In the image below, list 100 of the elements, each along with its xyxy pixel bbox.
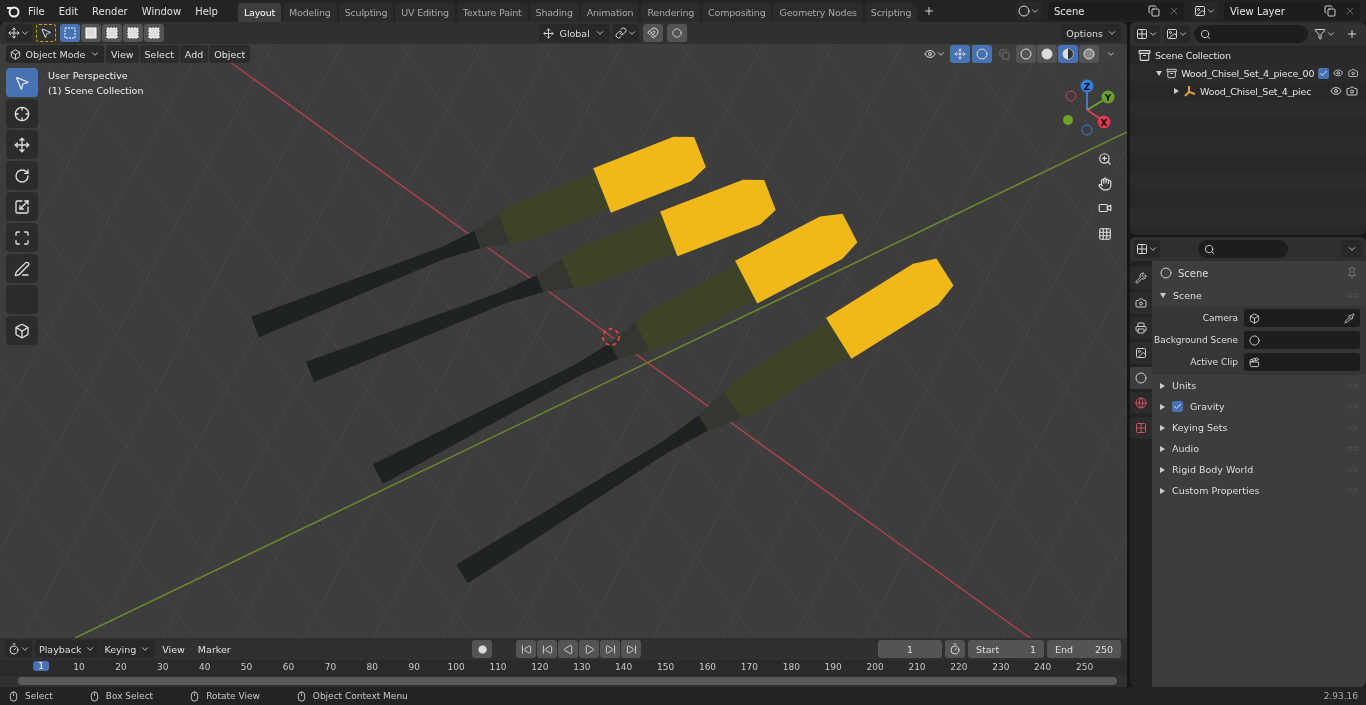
image-icon xyxy=(1194,5,1206,17)
select-mode-button[interactable] xyxy=(144,24,164,42)
gizmo-toggle-button[interactable] xyxy=(950,45,970,63)
options-dropdown[interactable]: Options xyxy=(1062,24,1121,42)
search-field[interactable] xyxy=(1198,240,1288,258)
eye-icon[interactable] xyxy=(1333,67,1344,79)
jump-start-button[interactable] xyxy=(516,640,537,658)
scene-browse-button[interactable] xyxy=(1016,2,1042,20)
workspace-tab[interactable]: Geometry Nodes xyxy=(773,2,863,22)
view-layer-browse-button[interactable] xyxy=(1192,2,1218,20)
next-keyframe-button[interactable] xyxy=(600,640,621,658)
editor-type-button[interactable] xyxy=(6,640,32,658)
viewport-menu[interactable]: Add xyxy=(179,45,209,63)
select-mode-button[interactable] xyxy=(102,24,122,42)
checkbox[interactable] xyxy=(1172,401,1183,412)
workspace-tab[interactable]: Scripting xyxy=(864,2,918,22)
timeline-menu[interactable]: View xyxy=(157,640,190,658)
timeline-scrollbar[interactable] xyxy=(18,677,1117,685)
workspace-tab[interactable]: Sculpting xyxy=(338,2,394,22)
viewport-menu[interactable]: Object xyxy=(209,45,251,63)
start-frame-field[interactable]: Start 1 xyxy=(968,640,1044,658)
toolbar-tool[interactable] xyxy=(6,99,38,128)
menu-item[interactable]: Window xyxy=(135,3,188,19)
camera-icon[interactable] xyxy=(1346,85,1358,97)
timeline-menu[interactable]: Marker xyxy=(192,640,236,658)
current-frame-field[interactable]: 1 xyxy=(878,640,942,658)
scene-selector[interactable]: Scene xyxy=(1048,2,1184,20)
pivot-dropdown[interactable] xyxy=(613,24,640,42)
outliner-item[interactable]: Scene Collection xyxy=(1155,49,1358,61)
outliner-item[interactable]: Wood_Chisel_Set_4_piec xyxy=(1200,85,1326,97)
menu-item[interactable]: Render xyxy=(86,3,134,19)
menu-item[interactable]: Edit xyxy=(52,3,85,19)
viewport-menu[interactable]: Select xyxy=(139,45,179,63)
shading-mode-button[interactable] xyxy=(1016,45,1036,63)
camera-icon[interactable] xyxy=(1347,67,1358,79)
workspace-tab[interactable]: Texture Paint xyxy=(456,2,528,22)
timeline-menu[interactable]: Keying xyxy=(100,640,155,658)
navigation-gizmo-drawing[interactable]: Z Y X xyxy=(1061,78,1117,138)
workspace-tab[interactable]: UV Editing xyxy=(395,2,455,22)
pin-icon[interactable] xyxy=(1346,267,1358,279)
toolbar-tool[interactable] xyxy=(6,316,38,345)
workspace-tab[interactable]: Modeling xyxy=(283,2,337,22)
view-layer-button[interactable] xyxy=(1164,25,1190,43)
toolbar-tool[interactable] xyxy=(6,161,38,190)
workspace-tab[interactable]: Animation xyxy=(580,2,640,22)
disclosure-triangle-icon xyxy=(1160,466,1165,473)
properties-tab[interactable] xyxy=(1130,342,1152,364)
frame-indicator[interactable]: 1 xyxy=(33,661,49,671)
shading-mode-button[interactable] xyxy=(1058,45,1078,63)
jump-end-button[interactable] xyxy=(621,640,642,658)
workspace-tab[interactable]: Layout xyxy=(237,2,282,22)
select-mode-button[interactable] xyxy=(123,24,143,42)
workspace-tab[interactable]: Shading xyxy=(529,2,579,22)
properties-tab[interactable] xyxy=(1130,317,1152,339)
editor-type-button[interactable] xyxy=(1134,240,1160,258)
view-layer-selector[interactable]: View Layer xyxy=(1224,2,1360,20)
search-field[interactable] xyxy=(1194,25,1308,43)
properties-tab[interactable] xyxy=(1130,267,1152,289)
editor-type-button[interactable] xyxy=(6,24,32,42)
property-field[interactable] xyxy=(1244,331,1360,349)
stopwatch-button[interactable] xyxy=(945,640,965,658)
skip-back-icon xyxy=(520,643,532,655)
app-logo-icon[interactable] xyxy=(6,4,20,18)
tool-mode-button[interactable] xyxy=(36,24,56,42)
properties-tab[interactable] xyxy=(1130,292,1152,314)
menu-item[interactable]: File xyxy=(22,3,51,19)
timeline-menu[interactable]: Playback xyxy=(35,640,100,658)
outliner-item[interactable]: Wood_Chisel_Set_4_piece_00 xyxy=(1181,67,1315,79)
workspace-tab[interactable]: Compositing xyxy=(702,2,772,22)
overlay-toggle-button[interactable] xyxy=(972,45,992,63)
property-field[interactable] xyxy=(1244,353,1360,371)
proportional-edit-button[interactable] xyxy=(667,24,688,42)
toolbar-tool[interactable] xyxy=(6,223,38,252)
play-button[interactable] xyxy=(579,640,600,658)
record-button[interactable] xyxy=(472,640,493,658)
eye-icon[interactable] xyxy=(1330,85,1342,97)
snap-button[interactable] xyxy=(643,24,664,42)
display-mode-button[interactable] xyxy=(1134,25,1160,43)
exclude-checkbox[interactable] xyxy=(1318,67,1330,79)
toolbar-tool[interactable] xyxy=(6,130,38,159)
workspace-tab[interactable]: Rendering xyxy=(641,2,701,22)
play-reverse-button[interactable] xyxy=(558,640,579,658)
shading-mode-button[interactable] xyxy=(1079,45,1099,63)
properties-tab[interactable] xyxy=(1130,367,1152,389)
toolbar-tool[interactable] xyxy=(6,192,38,221)
toolbar-tool[interactable] xyxy=(6,254,38,283)
select-mode-button[interactable] xyxy=(81,24,101,42)
viewport-menu[interactable]: View xyxy=(106,45,139,63)
disclosure-triangle-icon[interactable] xyxy=(1156,70,1162,76)
end-frame-field[interactable]: End 250 xyxy=(1047,640,1121,658)
mode-dropdown[interactable]: Object Mode xyxy=(6,45,104,63)
disclosure-triangle-icon[interactable] xyxy=(1174,88,1179,94)
scene-icon xyxy=(1135,372,1147,384)
sphere-icon xyxy=(1083,48,1095,60)
orientation-dropdown[interactable]: Global xyxy=(539,24,610,42)
shading-mode-button[interactable] xyxy=(1037,45,1057,63)
menu-item[interactable]: Help xyxy=(189,3,224,19)
prev-keyframe-button[interactable] xyxy=(537,640,558,658)
select-mode-button[interactable] xyxy=(60,24,80,42)
property-field[interactable] xyxy=(1244,309,1360,327)
